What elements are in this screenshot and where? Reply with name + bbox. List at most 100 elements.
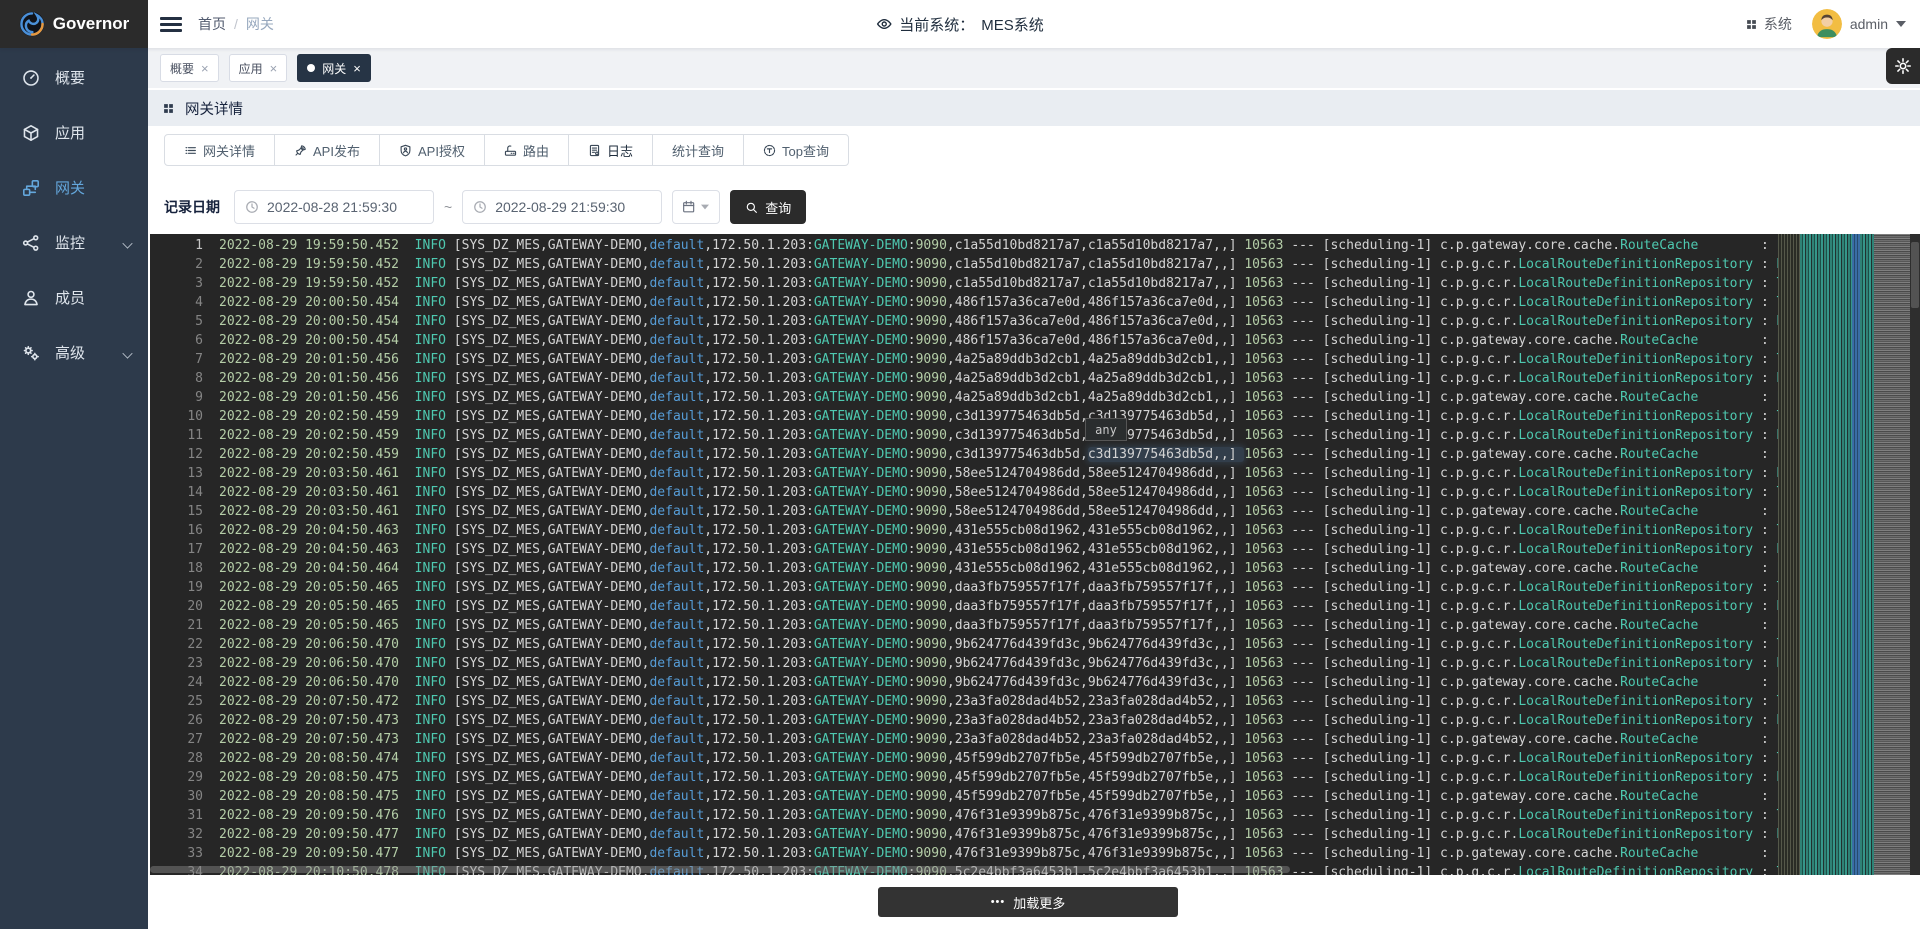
log-line[interactable]: 2022-08-29 20:09:50.477 INFO [SYS_DZ_MES… bbox=[219, 825, 1920, 844]
line-number[interactable]: 13 bbox=[150, 464, 219, 483]
line-number[interactable]: 12 bbox=[150, 445, 219, 464]
user-menu[interactable]: admin bbox=[1812, 9, 1906, 39]
open-tab-网关[interactable]: 网关× bbox=[297, 54, 371, 82]
close-icon[interactable]: × bbox=[201, 62, 209, 75]
line-number[interactable]: 10 bbox=[150, 407, 219, 426]
horizontal-scrollbar-thumb[interactable] bbox=[150, 866, 1290, 873]
tab-API发布[interactable]: API发布 bbox=[275, 135, 380, 165]
log-line[interactable]: 2022-08-29 20:00:50.454 INFO [SYS_DZ_MES… bbox=[219, 331, 1920, 350]
tab-统计查询[interactable]: 统计查询 bbox=[653, 135, 744, 165]
log-line[interactable]: 2022-08-29 20:01:50.456 INFO [SYS_DZ_MES… bbox=[219, 350, 1920, 369]
horizontal-scrollbar[interactable] bbox=[150, 865, 1778, 874]
log-line[interactable]: 2022-08-29 19:59:50.452 INFO [SYS_DZ_MES… bbox=[219, 236, 1920, 255]
line-number[interactable]: 9 bbox=[150, 388, 219, 407]
log-line[interactable]: 2022-08-29 20:01:50.456 INFO [SYS_DZ_MES… bbox=[219, 388, 1920, 407]
tab-网关详情[interactable]: 网关详情 bbox=[165, 135, 275, 165]
line-number[interactable]: 7 bbox=[150, 350, 219, 369]
system-menu[interactable]: 系统 bbox=[1745, 14, 1792, 34]
log-line[interactable]: 2022-08-29 20:07:50.473 INFO [SYS_DZ_MES… bbox=[219, 711, 1920, 730]
log-line[interactable]: 2022-08-29 20:06:50.470 INFO [SYS_DZ_MES… bbox=[219, 673, 1920, 692]
line-number[interactable]: 19 bbox=[150, 578, 219, 597]
sidebar-item-成员[interactable]: 成员 bbox=[0, 270, 148, 325]
log-line[interactable]: 2022-08-29 20:03:50.461 INFO [SYS_DZ_MES… bbox=[219, 502, 1920, 521]
sidebar-item-概要[interactable]: 概要 bbox=[0, 50, 148, 105]
line-number[interactable]: 4 bbox=[150, 293, 219, 312]
line-number[interactable]: 15 bbox=[150, 502, 219, 521]
search-button[interactable]: 查询 bbox=[730, 190, 806, 224]
breadcrumb-home[interactable]: 首页 bbox=[198, 14, 226, 34]
line-number[interactable]: 3 bbox=[150, 274, 219, 293]
line-number[interactable]: 2 bbox=[150, 255, 219, 274]
log-line[interactable]: 2022-08-29 20:04:50.463 INFO [SYS_DZ_MES… bbox=[219, 540, 1920, 559]
log-line[interactable]: 2022-08-29 19:59:50.452 INFO [SYS_DZ_MES… bbox=[219, 274, 1920, 293]
log-editor[interactable]: 1234567891011121314151617181920212223242… bbox=[150, 234, 1920, 875]
log-line[interactable]: 2022-08-29 20:03:50.461 INFO [SYS_DZ_MES… bbox=[219, 464, 1920, 483]
line-number[interactable]: 33 bbox=[150, 844, 219, 863]
log-line[interactable]: 2022-08-29 19:59:50.452 INFO [SYS_DZ_MES… bbox=[219, 255, 1920, 274]
log-line[interactable]: 2022-08-29 20:09:50.477 INFO [SYS_DZ_MES… bbox=[219, 844, 1920, 863]
line-number[interactable]: 25 bbox=[150, 692, 219, 711]
log-line[interactable]: 2022-08-29 20:05:50.465 INFO [SYS_DZ_MES… bbox=[219, 597, 1920, 616]
tab-API授权[interactable]: API授权 bbox=[380, 135, 485, 165]
log-line[interactable]: 2022-08-29 20:02:50.459 INFO [SYS_DZ_MES… bbox=[219, 426, 1920, 445]
line-number[interactable]: 18 bbox=[150, 559, 219, 578]
tab-日志[interactable]: 日志 bbox=[569, 135, 653, 165]
line-number[interactable]: 6 bbox=[150, 331, 219, 350]
log-line[interactable]: 2022-08-29 20:07:50.473 INFO [SYS_DZ_MES… bbox=[219, 730, 1920, 749]
log-line[interactable]: 2022-08-29 20:05:50.465 INFO [SYS_DZ_MES… bbox=[219, 616, 1920, 635]
line-number[interactable]: 22 bbox=[150, 635, 219, 654]
close-icon[interactable]: × bbox=[270, 62, 278, 75]
sidebar-item-网关[interactable]: 网关 bbox=[0, 160, 148, 215]
line-number[interactable]: 1 bbox=[150, 236, 219, 255]
brand[interactable]: Governor bbox=[0, 0, 148, 48]
log-line[interactable]: 2022-08-29 20:01:50.456 INFO [SYS_DZ_MES… bbox=[219, 369, 1920, 388]
sidebar-item-监控[interactable]: 监控 bbox=[0, 215, 148, 270]
line-number[interactable]: 29 bbox=[150, 768, 219, 787]
log-line[interactable]: 2022-08-29 20:06:50.470 INFO [SYS_DZ_MES… bbox=[219, 654, 1920, 673]
line-number[interactable]: 21 bbox=[150, 616, 219, 635]
tab-路由[interactable]: 路由 bbox=[485, 135, 569, 165]
line-number[interactable]: 24 bbox=[150, 673, 219, 692]
log-line[interactable]: 2022-08-29 20:05:50.465 INFO [SYS_DZ_MES… bbox=[219, 578, 1920, 597]
date-preset-dropdown[interactable] bbox=[672, 190, 720, 224]
line-number[interactable]: 32 bbox=[150, 825, 219, 844]
line-number[interactable]: 23 bbox=[150, 654, 219, 673]
line-number[interactable]: 14 bbox=[150, 483, 219, 502]
log-line[interactable]: 2022-08-29 20:02:50.459 INFO [SYS_DZ_MES… bbox=[219, 445, 1920, 464]
line-number[interactable]: 28 bbox=[150, 749, 219, 768]
sidebar-item-高级[interactable]: 高级 bbox=[0, 325, 148, 380]
start-datetime-input[interactable]: 2022-08-28 21:59:30 bbox=[234, 190, 434, 224]
log-line[interactable]: 2022-08-29 20:08:50.475 INFO [SYS_DZ_MES… bbox=[219, 768, 1920, 787]
settings-flyout-button[interactable] bbox=[1886, 48, 1920, 84]
vertical-scrollbar-thumb[interactable] bbox=[1911, 242, 1919, 308]
log-line[interactable]: 2022-08-29 20:00:50.454 INFO [SYS_DZ_MES… bbox=[219, 312, 1920, 331]
line-number[interactable]: 30 bbox=[150, 787, 219, 806]
line-number[interactable]: 26 bbox=[150, 711, 219, 730]
log-line[interactable]: 2022-08-29 20:03:50.461 INFO [SYS_DZ_MES… bbox=[219, 483, 1920, 502]
log-line[interactable]: 2022-08-29 20:07:50.472 INFO [SYS_DZ_MES… bbox=[219, 692, 1920, 711]
line-number[interactable]: 11 bbox=[150, 426, 219, 445]
minimap[interactable] bbox=[1778, 234, 1910, 875]
log-line[interactable]: 2022-08-29 20:09:50.476 INFO [SYS_DZ_MES… bbox=[219, 806, 1920, 825]
line-number[interactable]: 16 bbox=[150, 521, 219, 540]
line-number[interactable]: 27 bbox=[150, 730, 219, 749]
line-number[interactable]: 8 bbox=[150, 369, 219, 388]
log-line[interactable]: 2022-08-29 20:02:50.459 INFO [SYS_DZ_MES… bbox=[219, 407, 1920, 426]
open-tab-应用[interactable]: 应用× bbox=[229, 54, 288, 82]
log-line[interactable]: 2022-08-29 20:00:50.454 INFO [SYS_DZ_MES… bbox=[219, 293, 1920, 312]
end-datetime-input[interactable]: 2022-08-29 21:59:30 bbox=[462, 190, 662, 224]
hamburger-icon[interactable] bbox=[160, 14, 182, 34]
vertical-scrollbar[interactable] bbox=[1910, 234, 1920, 875]
load-more-button[interactable]: ••• 加载更多 bbox=[878, 887, 1178, 917]
close-icon[interactable]: × bbox=[353, 62, 361, 75]
line-number[interactable]: 31 bbox=[150, 806, 219, 825]
log-line[interactable]: 2022-08-29 20:08:50.475 INFO [SYS_DZ_MES… bbox=[219, 787, 1920, 806]
line-number[interactable]: 5 bbox=[150, 312, 219, 331]
open-tab-概要[interactable]: 概要× bbox=[160, 54, 219, 82]
log-line[interactable]: 2022-08-29 20:04:50.464 INFO [SYS_DZ_MES… bbox=[219, 559, 1920, 578]
tab-Top查询[interactable]: Top查询 bbox=[744, 135, 848, 165]
line-number[interactable]: 17 bbox=[150, 540, 219, 559]
log-line[interactable]: 2022-08-29 20:06:50.470 INFO [SYS_DZ_MES… bbox=[219, 635, 1920, 654]
log-line[interactable]: 2022-08-29 20:08:50.474 INFO [SYS_DZ_MES… bbox=[219, 749, 1920, 768]
line-number[interactable]: 20 bbox=[150, 597, 219, 616]
